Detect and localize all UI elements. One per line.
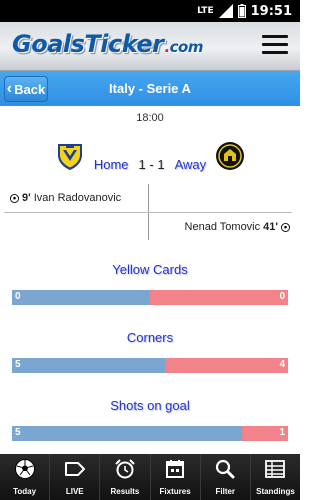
stat-bar-away: 1 — [241, 426, 288, 441]
status-icons: LTE 19:51 — [197, 3, 292, 19]
bottom-tab-bar: Today LIVE Results Fixtures Filter Stand… — [0, 454, 301, 500]
tab-label: LIVE — [65, 487, 84, 496]
back-label: Back — [14, 81, 46, 97]
logo-ticker-text: Ticker — [84, 30, 164, 58]
score: 1 - 1 — [138, 157, 165, 172]
app-header: Goals Ticker . com — [0, 22, 300, 71]
event-player: Nenad Tomovic — [184, 221, 261, 233]
stat-title-shots-on-goal: Shots on goal — [110, 398, 190, 413]
network-type: LTE — [197, 6, 214, 16]
stat-bar-home: 5 — [12, 426, 242, 441]
status-bar: LTE 19:51 — [0, 0, 300, 22]
away-team-badge-icon — [216, 142, 244, 170]
tab-label: Standings — [256, 487, 295, 496]
stat-home-value: 5 — [15, 427, 21, 438]
tag-icon — [64, 462, 85, 476]
stat-away-value: 4 — [279, 359, 285, 370]
back-button[interactable]: ‹ Back — [4, 76, 48, 102]
tab-fixtures[interactable]: Fixtures — [150, 454, 201, 500]
goalsticker-logo[interactable]: Goals Ticker . com — [12, 30, 203, 60]
stat-bar-shots-on-goal: 5 1 — [12, 426, 288, 441]
logo-com-text: com — [169, 38, 204, 56]
table-grid-icon — [265, 460, 286, 478]
tab-label: Filter — [215, 487, 236, 496]
event-player: Ivan Radovanovic — [33, 192, 122, 204]
signal-icon — [218, 4, 233, 18]
events-divider-horizontal — [4, 212, 292, 213]
stat-title-yellow-cards: Yellow Cards — [112, 262, 188, 277]
match-header: Home 1 - 1 Away — [0, 141, 300, 175]
kickoff-time: 18:00 — [136, 112, 164, 124]
soccer-ball-icon — [281, 222, 290, 232]
tab-label: Results — [110, 487, 140, 496]
alarm-clock-icon — [115, 459, 135, 479]
stat-bar-yellow-cards: 0 0 — [12, 290, 288, 305]
away-label: Away — [174, 157, 207, 172]
tab-live[interactable]: LIVE — [50, 454, 101, 500]
clock: 19:51 — [250, 3, 292, 19]
stat-bar-home: 5 — [12, 358, 166, 373]
tab-results[interactable]: Results — [100, 454, 151, 500]
league-title: Italy - Serie A — [109, 81, 191, 96]
tab-today[interactable]: Today — [0, 454, 51, 500]
match-details: 18:00 Home 1 - 1 Away 9' Ivan Radovanovi… — [0, 106, 300, 454]
tab-standings[interactable]: Standings — [250, 454, 301, 500]
stat-away-value: 1 — [279, 427, 285, 438]
home-team-badge-icon — [58, 144, 82, 170]
match-events: 9' Ivan Radovanovic Nenad Tomovic 41' — [0, 184, 300, 240]
logo-goals-text: Goals — [12, 30, 85, 58]
event-home-goal: 9' Ivan Radovanovic — [10, 192, 121, 204]
stat-title-corners: Corners — [126, 330, 174, 345]
score-line: Home 1 - 1 Away — [90, 157, 210, 172]
stat-bar-corners: 5 4 — [12, 358, 288, 373]
event-away-goal: Nenad Tomovic 41' — [185, 221, 290, 233]
home-label: Home — [93, 157, 129, 172]
battery-icon — [237, 4, 246, 18]
chevron-left-icon: ‹ — [6, 80, 13, 97]
hamburger-menu-icon[interactable] — [262, 35, 288, 57]
stat-bar-away: 0 — [150, 290, 288, 305]
tab-filter[interactable]: Filter — [200, 454, 251, 500]
calendar-icon — [166, 460, 185, 478]
stat-away-value: 0 — [279, 291, 285, 302]
tab-label: Today — [13, 487, 37, 496]
stat-bar-home: 0 — [12, 290, 150, 305]
event-minute: 41' — [263, 221, 278, 233]
event-minute: 9' — [22, 192, 31, 204]
soccer-ball-icon — [14, 459, 35, 479]
stat-home-value: 0 — [15, 291, 21, 302]
stat-home-value: 5 — [15, 359, 21, 370]
nav-bar: ‹ Back Italy - Serie A — [0, 71, 300, 106]
soccer-ball-icon — [10, 193, 19, 203]
stat-bar-away: 4 — [165, 358, 288, 373]
tab-label: Fixtures — [159, 487, 191, 496]
search-icon — [216, 459, 235, 479]
